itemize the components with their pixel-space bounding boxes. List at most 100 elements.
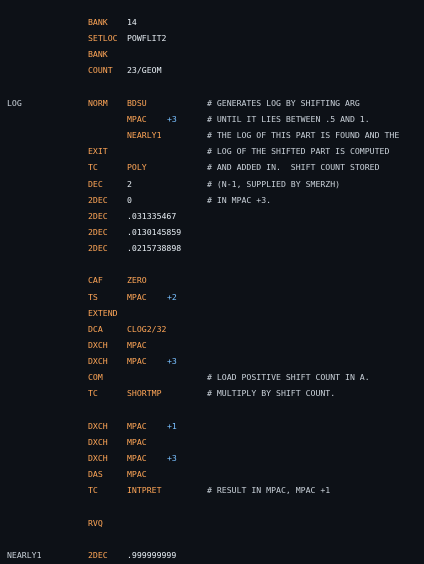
code-line: COM # LOAD POSITIVE SHIFT COUNT IN A. <box>0 369 424 385</box>
code-line: 2DEC .0130145859 <box>0 224 424 240</box>
code-opcode: COUNT <box>88 65 113 76</box>
code-line: TC POLY # AND ADDED IN. SHIFT COUNT STORED <box>0 159 424 175</box>
code-line: COUNT 23/GEOM <box>0 62 424 78</box>
code-opcode: COM <box>88 372 103 383</box>
code-opcode: 2DEC <box>88 194 108 205</box>
code-operand: MPAC <box>127 436 147 447</box>
code-comment: # LOAD POSITIVE SHIFT COUNT IN A. <box>207 372 370 383</box>
code-comment: # RESULT IN MPAC, MPAC +1 <box>207 485 331 496</box>
code-line: DXCH MPAC +3 <box>0 450 424 466</box>
code-line: BANK <box>0 46 424 62</box>
code-opcode: DXCH <box>88 420 108 431</box>
code-operand: POLY <box>127 162 147 173</box>
code-line: TC INTPRET # RESULT IN MPAC, MPAC +1 <box>0 482 424 498</box>
code-opcode: 2DEC <box>88 226 108 237</box>
code-line: TS MPAC +2 <box>0 289 424 305</box>
code-operand: MPAC <box>127 420 147 431</box>
code-line: EXIT # LOG OF THE SHIFTED PART IS COMPUTE… <box>0 143 424 159</box>
code-comment: # UNTIL IT LIES BETWEEN .5 AND 1. <box>207 113 370 124</box>
code-comment: # AND ADDED IN. SHIFT COUNT STORED <box>207 162 380 173</box>
code-operand: NEARLY1 <box>127 130 162 140</box>
code-comment: # THE LOG OF THIS PART IS FOUND AND THE <box>207 130 400 140</box>
code-opcode: DEC <box>88 178 103 189</box>
code-operand: MPAC <box>127 469 147 480</box>
code-operand: .0215738898 <box>127 243 182 254</box>
code-line: DXCH MPAC +3 <box>0 353 424 369</box>
code-line: 2DEC .031335467 <box>0 208 424 224</box>
code-opcode: SETLOC <box>88 33 118 44</box>
code-operand: MPAC <box>127 113 147 124</box>
code-operand: 23/GEOM <box>127 65 162 76</box>
code-operand: MPAC <box>127 356 147 367</box>
code-operand: MPAC <box>127 453 147 463</box>
code-comment: # (N-1, SUPPLIED BY SMERZH) <box>207 178 341 189</box>
code-line: DEC 2 # (N-1, SUPPLIED BY SMERZH) <box>0 176 424 192</box>
code-line: MPAC +3 # UNTIL IT LIES BETWEEN .5 AND 1. <box>0 111 424 127</box>
code-opcode: 2DEC <box>88 549 108 560</box>
code-label: LOG <box>7 97 22 108</box>
code-modifier: +3 <box>167 113 177 124</box>
code-operand: 2 <box>127 178 132 189</box>
code-comment: # GENERATES LOG BY SHIFTING ARG <box>207 97 360 108</box>
code-line: DXCH MPAC +1 <box>0 418 424 434</box>
code-opcode: TS <box>88 291 98 302</box>
code-opcode: DCA <box>88 323 103 334</box>
code-operand: .0130145859 <box>127 226 182 237</box>
code-comment: # LOG OF THE SHIFTED PART IS COMPUTED <box>207 146 390 157</box>
code-line: DXCH MPAC <box>0 434 424 450</box>
code-line: LOG NORM BDSU # GENERATES LOG BY SHIFTING A… <box>0 95 424 111</box>
code-operand: .031335467 <box>127 210 177 221</box>
code-opcode: EXTEND <box>88 307 118 318</box>
code-line: RVQ <box>0 515 424 531</box>
code-line: NEARLY1 # THE LOG OF THIS PART IS FOUND A… <box>0 127 424 143</box>
code-comment: # MULTIPLY BY SHIFT COUNT. <box>207 388 336 399</box>
code-opcode: TC <box>88 162 98 173</box>
code-label: NEARLY1 <box>7 549 42 560</box>
code-line: DXCH MPAC <box>0 337 424 353</box>
code-line: DAS MPAC <box>0 466 424 482</box>
code-line: BANK 14 <box>0 14 424 30</box>
code-line: 2DEC .0215738898 <box>0 240 424 256</box>
code-operand: MPAC <box>127 340 147 350</box>
code-opcode: DAS <box>88 469 103 480</box>
code-viewer: BANK 14 SETLOC POWFLIT2 BANK COUNT 23/GEOM LOG N… <box>0 0 424 564</box>
code-opcode: NORM <box>88 97 108 108</box>
code-operand: INTPRET <box>127 485 162 496</box>
code-opcode: DXCH <box>88 356 108 367</box>
code-line: DCA CLOG2/32 <box>0 321 424 337</box>
code-line: TC SHORTMP # MULTIPLY BY SHIFT COUNT. <box>0 385 424 401</box>
code-opcode: TC <box>88 388 98 399</box>
code-operand: .999999999 <box>127 549 177 560</box>
code-operand: 0 <box>127 194 132 205</box>
code-operand: MPAC <box>127 291 147 302</box>
code-opcode: RVQ <box>88 517 103 528</box>
code-opcode: CAF <box>88 275 103 286</box>
code-opcode: 2DEC <box>88 210 108 221</box>
code-operand: SHORTMP <box>127 388 162 399</box>
code-line: SETLOC POWFLIT2 <box>0 30 424 46</box>
code-operand: 14 <box>127 17 137 27</box>
code-operand: BDSU <box>127 97 147 108</box>
code-opcode: 2DEC <box>88 243 108 254</box>
code-line: CAF ZERO <box>0 272 424 288</box>
code-opcode: TC <box>88 485 98 496</box>
code-operand: POWFLIT2 <box>127 33 167 44</box>
code-modifier: +3 <box>167 356 177 367</box>
code-line: EXTEND <box>0 305 424 321</box>
code-opcode: DXCH <box>88 340 108 350</box>
code-modifier: +2 <box>167 291 177 302</box>
code-modifier: +3 <box>167 453 177 463</box>
code-line: 2DEC 0 # IN MPAC +3. <box>0 192 424 208</box>
code-opcode: DXCH <box>88 436 108 447</box>
code-opcode: EXIT <box>88 146 108 157</box>
code-opcode: DXCH <box>88 453 108 463</box>
code-comment: # IN MPAC +3. <box>207 194 272 205</box>
code-opcode: BANK <box>88 49 108 60</box>
code-line: NEARLY1 2DEC .999999999 <box>0 547 424 563</box>
code-opcode: BANK <box>88 17 108 27</box>
code-operand: CLOG2/32 <box>127 323 167 334</box>
